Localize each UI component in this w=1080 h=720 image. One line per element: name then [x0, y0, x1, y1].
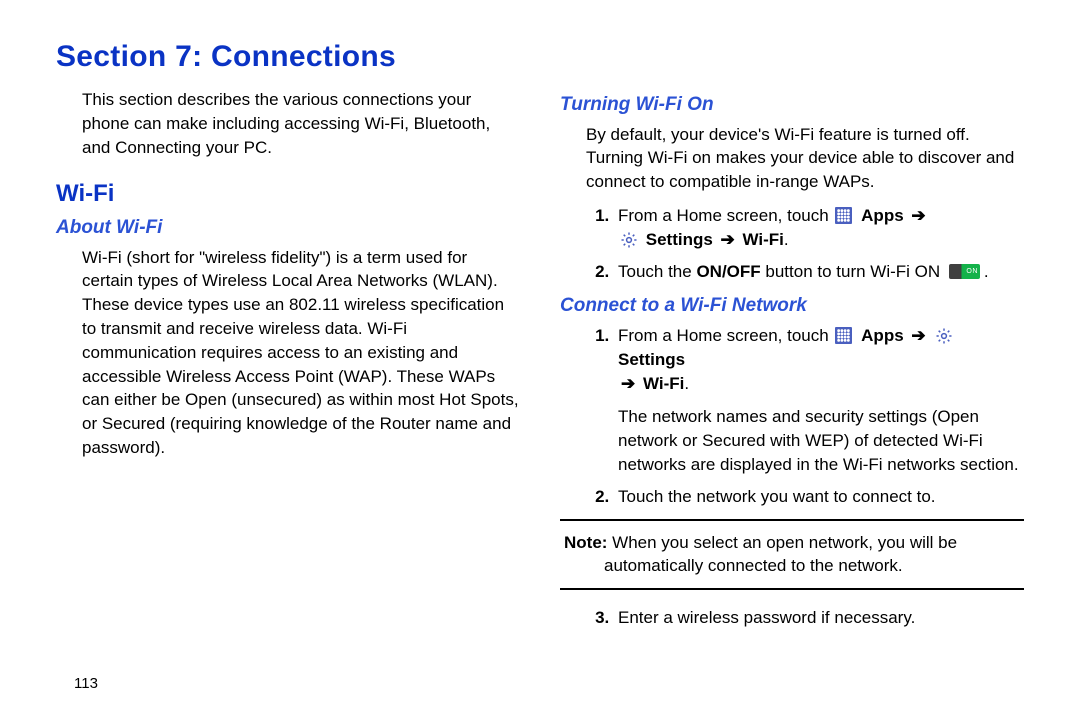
right-column: Turning Wi-Fi On By default, your device… — [560, 88, 1024, 640]
step-3: Enter a wireless password if necessary. — [614, 606, 1024, 630]
step-2: Touch the ON/OFF button to turn Wi-Fi ON… — [614, 260, 1024, 284]
page-number: 113 — [74, 675, 98, 692]
turning-on-steps: From a Home screen, touch Apps ➔ Setting… — [560, 204, 1024, 283]
settings-label: Settings — [646, 230, 713, 249]
left-column: This section describes the various conne… — [56, 88, 520, 640]
manual-page: Section 7: Connections This section desc… — [0, 0, 1080, 720]
apps-icon — [835, 327, 852, 344]
turning-on-paragraph: By default, your device's Wi-Fi feature … — [586, 123, 1024, 194]
heading-wifi: Wi-Fi — [56, 177, 520, 211]
period: . — [784, 230, 789, 249]
step-text: Touch the — [618, 262, 696, 281]
step-1: From a Home screen, touch Apps ➔ Setting… — [614, 204, 1024, 252]
about-wifi-paragraph: Wi-Fi (short for "wireless fidelity") is… — [82, 246, 520, 460]
settings-icon — [620, 231, 638, 249]
arrow-icon: ➔ — [618, 374, 638, 393]
toggle-on-icon — [949, 264, 980, 279]
step-text: From a Home screen, touch — [618, 206, 833, 225]
apps-label: Apps — [861, 206, 904, 225]
period: . — [684, 374, 689, 393]
step-text: From a Home screen, touch — [618, 326, 833, 345]
step-2: Touch the network you want to connect to… — [614, 485, 1024, 509]
onoff-label: ON/OFF — [696, 262, 760, 281]
period: . — [984, 262, 989, 281]
note-label: Note: — [564, 533, 607, 552]
arrow-icon: ➔ — [908, 326, 928, 345]
step-followup: The network names and security settings … — [618, 405, 1024, 476]
step-text: button to turn Wi-Fi ON — [761, 262, 945, 281]
note-body: When you select an open network, you wil… — [604, 533, 957, 576]
arrow-icon: ➔ — [718, 230, 738, 249]
connect-steps-part2: Enter a wireless password if necessary. — [560, 606, 1024, 630]
note-text: Note: When you select an open network, y… — [604, 531, 1020, 579]
subheading-turning-wifi-on: Turning Wi-Fi On — [560, 92, 1024, 119]
connect-steps-part1: From a Home screen, touch Apps ➔ Setting… — [560, 324, 1024, 509]
note-block: Note: When you select an open network, y… — [560, 519, 1024, 591]
wifi-label: Wi-Fi — [743, 230, 784, 249]
subheading-about-wifi: About Wi-Fi — [56, 215, 520, 242]
settings-label: Settings — [618, 350, 685, 369]
apps-icon — [835, 207, 852, 224]
wifi-label: Wi-Fi — [643, 374, 684, 393]
two-column-layout: This section describes the various conne… — [56, 88, 1024, 640]
arrow-icon: ➔ — [908, 206, 928, 225]
section-title: Section 7: Connections — [56, 40, 1024, 74]
apps-label: Apps — [861, 326, 904, 345]
settings-icon — [935, 327, 953, 345]
intro-paragraph: This section describes the various conne… — [82, 88, 520, 159]
subheading-connect-wifi-network: Connect to a Wi-Fi Network — [560, 293, 1024, 320]
step-1: From a Home screen, touch Apps ➔ Setting… — [614, 324, 1024, 477]
